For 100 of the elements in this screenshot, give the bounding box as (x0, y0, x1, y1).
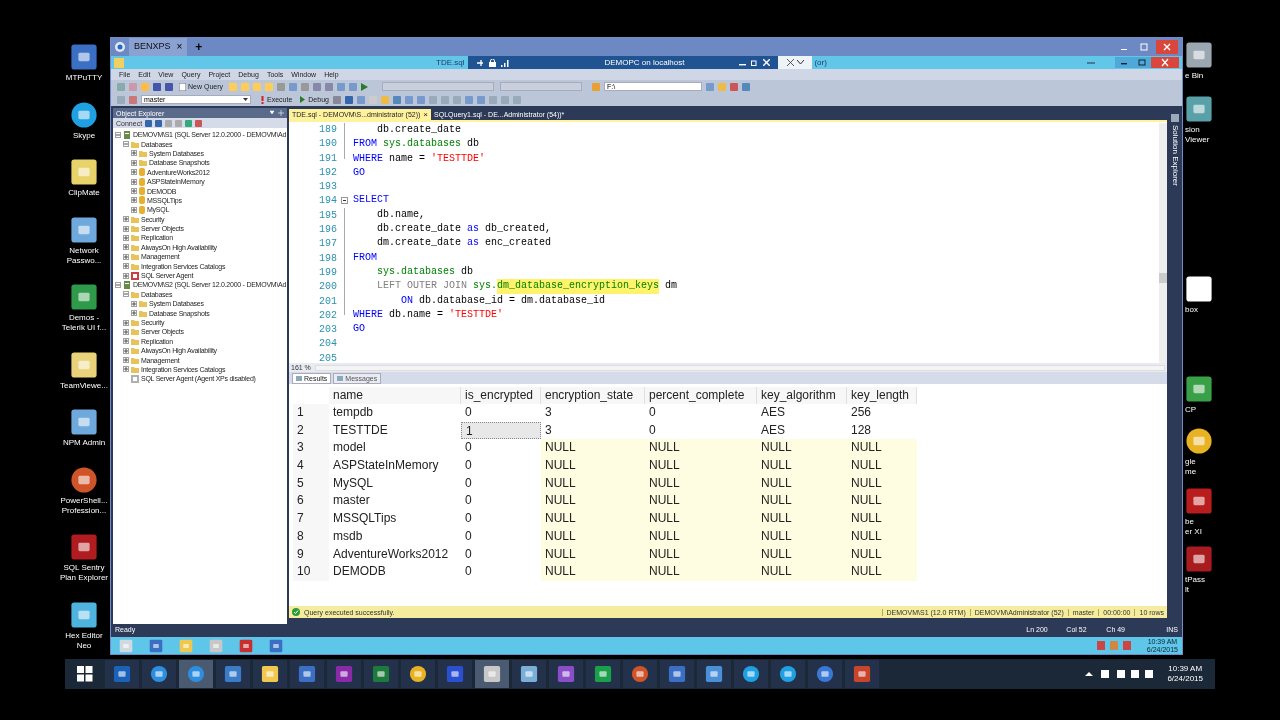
expand-toggle[interactable] (123, 338, 129, 345)
expand-toggle[interactable] (123, 263, 129, 270)
column-header[interactable]: is_encrypted (461, 386, 541, 405)
expand-toggle[interactable] (131, 300, 137, 307)
windows-logo-icon[interactable] (77, 666, 93, 682)
collapse-toggle[interactable] (340, 197, 348, 205)
expand-toggle[interactable] (123, 253, 129, 260)
expand-toggle[interactable] (131, 310, 137, 317)
table-cell[interactable]: NULL (541, 563, 645, 581)
table-cell[interactable]: NULL (847, 439, 917, 458)
taskbar-button[interactable] (845, 660, 879, 688)
column-header[interactable]: key_algorithm (757, 386, 847, 405)
desktop-icon-label[interactable]: ClipMate (68, 188, 100, 199)
taskbar-button[interactable] (697, 660, 731, 688)
solution-icon[interactable] (1170, 114, 1179, 122)
table-cell[interactable]: NULL (847, 492, 917, 511)
column-header[interactable]: encryption_state (541, 386, 645, 405)
play-icon[interactable] (361, 82, 368, 91)
chevron-down-icon[interactable] (796, 60, 804, 65)
taskbar-button[interactable] (512, 660, 546, 688)
table-cell[interactable]: NULL (757, 510, 847, 528)
table-cell[interactable]: NULL (541, 510, 645, 528)
table-cell[interactable]: NULL (645, 510, 757, 528)
column-header[interactable]: key_length (847, 386, 917, 405)
expand-toggle[interactable] (123, 319, 129, 326)
desktop-icon-label[interactable]: Skype (72, 130, 96, 141)
column-header[interactable]: percent_complete (645, 386, 757, 405)
desktop-icon-label[interactable]: tPass lt (1185, 575, 1205, 595)
close-icon[interactable] (763, 59, 771, 66)
table-cell[interactable]: NULL (645, 563, 757, 581)
desktop-icon-label[interactable]: box (1185, 305, 1198, 315)
minimize-icon[interactable] (1115, 57, 1133, 68)
clock[interactable]: 10:39 AM 6/24/2015 (1167, 664, 1203, 684)
desktop-icon-label[interactable]: sion Viewer (1185, 125, 1210, 145)
taskbar-button[interactable] (660, 660, 694, 688)
expand-toggle[interactable] (123, 225, 129, 232)
close-icon[interactable] (1156, 40, 1178, 54)
taskbar-button[interactable] (105, 660, 139, 688)
expand-toggle[interactable] (123, 357, 129, 364)
restore-icon[interactable] (751, 59, 759, 66)
desktop-icon-label[interactable]: Hex Editor Neo (65, 630, 103, 651)
table-cell[interactable]: NULL (645, 457, 757, 475)
desktop-icon-label[interactable]: be er XI (1185, 517, 1202, 537)
table-cell[interactable]: NULL (757, 457, 847, 475)
desktop-icon-label[interactable]: CP (1185, 405, 1197, 415)
collapse-toggle[interactable] (123, 291, 129, 298)
expand-toggle[interactable] (123, 244, 129, 251)
solution-explorer-tab[interactable]: Solution Explorer (1170, 125, 1179, 186)
expand-toggle[interactable] (131, 169, 137, 176)
desktop-icon-label[interactable]: TeamViewe... (60, 380, 108, 391)
taskbar-button[interactable] (438, 660, 472, 688)
taskbar-button[interactable] (290, 660, 324, 688)
horizontal-scrollbar[interactable] (314, 364, 1165, 371)
desktop-icon-label[interactable]: SQL Sentry Plan Explorer (60, 563, 108, 584)
taskbar-button[interactable] (327, 660, 361, 688)
expand-toggle[interactable] (123, 216, 129, 223)
expand-toggle[interactable] (131, 150, 137, 157)
table-cell[interactable]: NULL (541, 439, 645, 458)
collapse-toggle[interactable] (115, 131, 121, 138)
taskbar-button[interactable] (475, 660, 509, 688)
table-cell[interactable]: NULL (757, 563, 847, 581)
expand-icon[interactable] (786, 59, 794, 66)
pin-icon[interactable] (270, 110, 284, 116)
expand-toggle[interactable] (123, 235, 129, 241)
table-cell[interactable]: NULL (541, 457, 645, 475)
expand-toggle[interactable] (123, 366, 129, 373)
taskbar-button[interactable] (549, 660, 583, 688)
taskbar-button[interactable] (216, 660, 250, 688)
table-cell[interactable]: NULL (645, 439, 757, 458)
expand-toggle[interactable] (131, 178, 137, 185)
expand-toggle[interactable] (131, 188, 137, 195)
expand-toggle[interactable] (131, 159, 137, 166)
table-cell[interactable]: NULL (757, 439, 847, 458)
table-cell[interactable]: NULL (847, 563, 917, 581)
taskbar-button[interactable] (623, 660, 657, 688)
close-tab-button[interactable]: × (423, 110, 429, 119)
tray-icons[interactable] (1085, 669, 1156, 679)
expand-toggle[interactable] (131, 197, 137, 204)
desktop-icon-label[interactable]: e Bin (1185, 71, 1204, 81)
vertical-scrollbar[interactable] (1159, 123, 1167, 363)
close-tab-button[interactable]: × (176, 42, 183, 52)
collapse-toggle[interactable] (123, 141, 129, 148)
expand-toggle[interactable] (123, 272, 129, 279)
close-icon[interactable] (1151, 57, 1179, 68)
desktop-icon-label[interactable]: Network Passwo... (66, 245, 102, 266)
remote-tab[interactable]: BENXPS × (129, 38, 188, 56)
taskbar-button[interactable] (734, 660, 768, 688)
table-cell[interactable]: tempdb (329, 404, 461, 422)
taskbar-button[interactable] (142, 660, 176, 688)
expand-toggle[interactable] (123, 347, 129, 354)
table-cell[interactable]: NULL (757, 492, 847, 511)
collapse-toggle[interactable] (115, 281, 121, 288)
new-tab-button[interactable]: + (195, 41, 203, 53)
desktop-icon-label[interactable]: NPM Admin (62, 438, 106, 449)
expand-toggle[interactable] (123, 328, 129, 335)
desktop-icon-label[interactable]: gle me (1185, 457, 1197, 477)
desktop-icon-label[interactable]: MTPuTTY (65, 73, 103, 83)
desktop-icon-label[interactable]: Demos - Telerik UI f... (61, 313, 107, 334)
table-cell[interactable]: NULL (847, 510, 917, 528)
taskbar-button[interactable] (253, 660, 287, 688)
